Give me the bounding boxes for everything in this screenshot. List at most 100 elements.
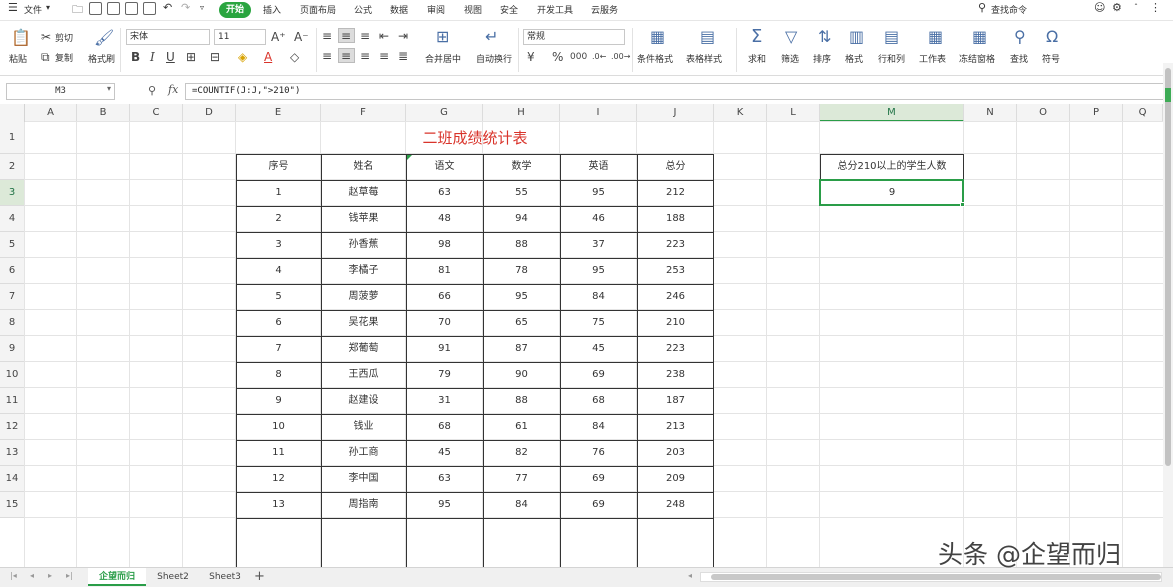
column-header-b[interactable]: B	[77, 104, 130, 122]
column-header-e[interactable]: E	[236, 104, 321, 122]
font-name-select[interactable]: 宋体	[126, 29, 210, 45]
next-sheet-icon[interactable]: ▸	[48, 571, 52, 580]
table-cell[interactable]: 187	[637, 388, 714, 414]
table-cell[interactable]: 1	[236, 180, 321, 206]
table-cell[interactable]: 13	[236, 492, 321, 518]
table-cell[interactable]: 6	[236, 310, 321, 336]
increase-decimal-icon[interactable]: .0←	[592, 51, 606, 63]
worksheet-button[interactable]: 工作表	[919, 52, 946, 65]
fill-handle[interactable]	[960, 202, 965, 207]
column-header-c[interactable]: C	[130, 104, 183, 122]
row-header-6[interactable]: 6	[0, 258, 25, 284]
scroll-left-icon[interactable]: ◂	[688, 571, 692, 580]
table-cell[interactable]: 赵建设	[321, 388, 406, 414]
table-cell[interactable]: 209	[637, 466, 714, 492]
fx-icon[interactable]: fx	[168, 83, 178, 96]
horizontal-scrollbar[interactable]	[700, 572, 1162, 582]
filter-button[interactable]: 筛选	[781, 52, 799, 65]
table-cell[interactable]: 45	[406, 440, 483, 466]
name-box[interactable]: M3	[6, 83, 115, 100]
wrap-text-icon[interactable]: ↵	[485, 29, 498, 45]
table-header-cell[interactable]: 英语	[560, 154, 637, 180]
merge-center-button[interactable]: 合并居中	[425, 52, 461, 65]
currency-icon[interactable]: ¥	[527, 51, 535, 63]
table-style-button[interactable]: 表格样式	[686, 52, 722, 65]
distribute-icon[interactable]: ≣	[398, 50, 408, 62]
freeze-icon[interactable]: ▦	[972, 29, 987, 45]
table-cell[interactable]: 孙工商	[321, 440, 406, 466]
table-cell[interactable]: 82	[483, 440, 560, 466]
paste-button[interactable]: 粘贴	[9, 52, 27, 65]
table-cell[interactable]: 79	[406, 362, 483, 388]
filter-icon[interactable]: ▽	[785, 29, 797, 45]
table-cell[interactable]: 84	[560, 284, 637, 310]
prev-sheet-icon[interactable]: ◂	[30, 571, 34, 580]
align-left-icon[interactable]: ≡	[322, 50, 332, 62]
zoom-icon[interactable]: ⚲	[148, 84, 156, 97]
table-cell[interactable]: 周指南	[321, 492, 406, 518]
number-format-select[interactable]: 常规	[523, 29, 625, 45]
row-col-button[interactable]: 行和列	[878, 52, 905, 65]
export-icon[interactable]	[107, 2, 120, 15]
row-header-7[interactable]: 7	[0, 284, 25, 310]
font-size-select[interactable]: 11	[214, 29, 266, 45]
table-cell[interactable]: 周菠萝	[321, 284, 406, 310]
row-header-1[interactable]: 1	[0, 122, 25, 154]
chevron-down-icon[interactable]: ▾	[46, 3, 50, 12]
first-sheet-icon[interactable]: |◂	[10, 571, 17, 580]
column-header-j[interactable]: J	[637, 104, 714, 122]
sheet-tab-active[interactable]: 企望而归	[88, 568, 146, 586]
indent-increase-icon[interactable]: ⇥	[398, 30, 408, 42]
table-header-cell[interactable]: 总分	[637, 154, 714, 180]
scrollbar-thumb[interactable]	[711, 574, 1161, 580]
hamburger-icon[interactable]: ☰	[8, 1, 18, 14]
find-button[interactable]: 查找	[1010, 52, 1028, 65]
conditional-format-icon[interactable]: ▦	[650, 29, 665, 45]
column-header-k[interactable]: K	[714, 104, 767, 122]
table-cell[interactable]: 69	[560, 362, 637, 388]
clear-format-icon[interactable]: ◇	[290, 51, 299, 63]
scissors-icon[interactable]: ✂	[41, 31, 51, 43]
sum-icon[interactable]: Σ	[751, 28, 762, 46]
tab-data[interactable]: 数据	[390, 3, 408, 16]
tab-security[interactable]: 安全	[500, 3, 518, 16]
sheet-tab-sheet3[interactable]: Sheet3	[202, 568, 248, 586]
table-cell[interactable]: 65	[483, 310, 560, 336]
table-cell[interactable]: 68	[560, 388, 637, 414]
table-cell[interactable]: 88	[483, 388, 560, 414]
table-cell[interactable]: 84	[560, 414, 637, 440]
copy-icon[interactable]: ⧉	[41, 51, 50, 63]
format-icon[interactable]: ▥	[849, 29, 864, 45]
align-middle-icon[interactable]: ≡	[341, 30, 351, 42]
table-cell[interactable]: 孙香蕉	[321, 232, 406, 258]
table-cell[interactable]: 8	[236, 362, 321, 388]
table-cell[interactable]: 76	[560, 440, 637, 466]
table-cell[interactable]: 213	[637, 414, 714, 440]
worksheet-icon[interactable]: ▦	[928, 29, 943, 45]
sort-button[interactable]: 排序	[813, 52, 831, 65]
table-cell[interactable]: 10	[236, 414, 321, 440]
italic-icon[interactable]: I	[150, 51, 155, 63]
tab-review[interactable]: 审阅	[427, 3, 445, 16]
freeze-button[interactable]: 冻结窗格	[959, 52, 995, 65]
table-cell[interactable]: 37	[560, 232, 637, 258]
undo-icon[interactable]: ↶	[163, 1, 172, 14]
table-cell[interactable]: 31	[406, 388, 483, 414]
column-header-h[interactable]: H	[483, 104, 560, 122]
redo-icon[interactable]: ↷	[181, 1, 190, 14]
search-icon[interactable]: ⚲	[978, 1, 986, 14]
paste-icon[interactable]: 📋	[11, 30, 31, 46]
table-cell[interactable]: 210	[637, 310, 714, 336]
table-cell[interactable]: 李中国	[321, 466, 406, 492]
table-cell[interactable]: 69	[560, 492, 637, 518]
table-cell[interactable]: 4	[236, 258, 321, 284]
table-cell[interactable]: 63	[406, 466, 483, 492]
column-header-i[interactable]: I	[560, 104, 637, 122]
table-cell[interactable]: 66	[406, 284, 483, 310]
table-header-cell[interactable]: 语文	[406, 154, 483, 180]
tab-start[interactable]: 开始	[219, 2, 251, 18]
row-header-15[interactable]: 15	[0, 492, 25, 518]
cut-button[interactable]: 剪切	[55, 31, 73, 44]
add-sheet-icon[interactable]: +	[254, 569, 265, 584]
table-cell[interactable]: 钱业	[321, 414, 406, 440]
